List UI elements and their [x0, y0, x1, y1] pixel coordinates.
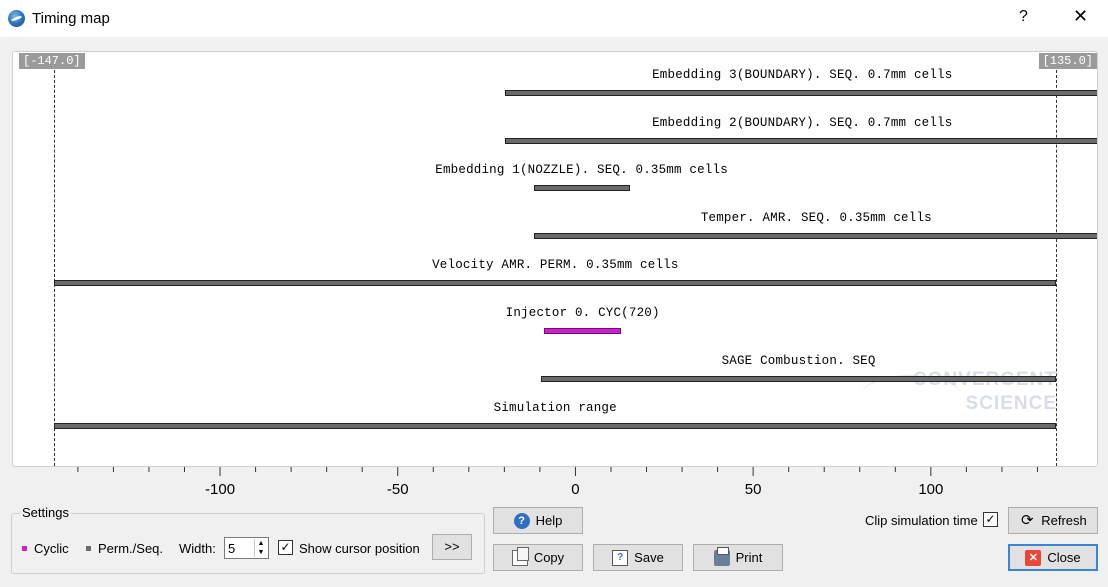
printer-icon — [713, 546, 730, 566]
timing-bar-label: Velocity AMR. PERM. 0.35mm cells — [432, 258, 679, 273]
help-icon: ? — [513, 512, 530, 529]
range-end-badge: [135.0] — [1038, 53, 1097, 69]
app-logo-icon — [8, 10, 25, 27]
more-settings-button[interactable]: >> — [432, 534, 472, 560]
timing-bar[interactable] — [544, 328, 621, 334]
copy-button[interactable]: Copy — [493, 544, 583, 571]
settings-group: Settings Cyclic Perm./Seq. Width: ▲▼ ✓ S… — [11, 505, 485, 574]
copy-icon — [511, 546, 529, 566]
settings-title: Settings — [20, 505, 71, 520]
x-axis: -100 -50 0 50 100 — [12, 467, 1098, 507]
timing-bar-label: Embedding 1(NOZZLE). SEQ. 0.35mm cells — [435, 163, 728, 178]
save-button[interactable]: ? Save — [593, 544, 683, 571]
timing-bar-label: Injector 0. CYC(720) — [505, 306, 660, 320]
close-button[interactable]: ✕ Close — [1008, 544, 1098, 571]
clip-simulation-label[interactable]: Clip simulation time — [865, 513, 978, 528]
refresh-button[interactable]: ⟳ Refresh — [1008, 507, 1098, 534]
save-icon: ? — [612, 549, 629, 566]
timing-bar-label: Simulation range — [493, 401, 617, 416]
close-icon: ✕ — [1025, 549, 1042, 566]
timing-bar[interactable] — [54, 423, 1057, 430]
x-tick-label: 0 — [571, 481, 580, 498]
range-start-badge: [-147.0] — [19, 53, 85, 69]
range-start-line — [54, 70, 55, 466]
timing-bar[interactable] — [533, 232, 1097, 239]
window-close-button[interactable]: ✕ — [1073, 6, 1088, 27]
width-spinbox[interactable]: ▲▼ — [224, 537, 269, 559]
timing-bar[interactable] — [505, 137, 1097, 144]
timing-bar[interactable] — [505, 90, 1097, 96]
legend-perm-seq: Perm./Seq. — [86, 541, 163, 556]
legend-cyclic: Cyclic — [22, 541, 69, 556]
timing-bar[interactable] — [54, 280, 1057, 287]
x-tick-label: 50 — [744, 481, 762, 498]
title-bar: Timing map ? ✕ — [0, 0, 1108, 37]
timing-bar[interactable] — [540, 375, 1057, 382]
width-label: Width: — [179, 541, 216, 556]
show-cursor-label[interactable]: Show cursor position — [299, 541, 420, 556]
show-cursor-checkbox[interactable]: ✓ — [278, 540, 293, 555]
timing-bar-label: Temper. AMR. SEQ. 0.35mm cells — [700, 210, 932, 225]
x-tick-label: -50 — [386, 481, 409, 498]
help-button[interactable]: ? Help — [493, 507, 583, 534]
range-end-line — [1056, 70, 1057, 466]
timing-bar[interactable] — [533, 185, 630, 192]
convergent-science-watermark: CONVERGENT SCIENCE — [861, 365, 1061, 425]
x-tick-label: 100 — [918, 481, 944, 498]
width-input[interactable] — [225, 538, 253, 558]
timing-bar-label: Embedding 3(BOUNDARY). SEQ. 0.7mm cells — [652, 68, 953, 82]
timing-plot[interactable]: [-147.0] [135.0] CONVERGENT SCIENCE Embe… — [12, 51, 1098, 467]
perm-swatch-icon — [86, 546, 91, 552]
print-button[interactable]: Print — [693, 544, 783, 571]
timing-bar-label: Embedding 2(BOUNDARY). SEQ. 0.7mm cells — [652, 115, 953, 130]
context-help-button[interactable]: ? — [1019, 8, 1028, 26]
x-tick-label: -100 — [205, 481, 236, 498]
window-title: Timing map — [32, 10, 110, 27]
width-stepper-icon[interactable]: ▲ ▼ — [254, 539, 267, 557]
refresh-icon: ⟳ — [1020, 511, 1034, 529]
clip-simulation-checkbox[interactable]: ✓ — [983, 512, 998, 527]
cyclic-swatch-icon — [22, 546, 27, 552]
timing-bar-label: SAGE Combustion. SEQ — [721, 353, 876, 368]
